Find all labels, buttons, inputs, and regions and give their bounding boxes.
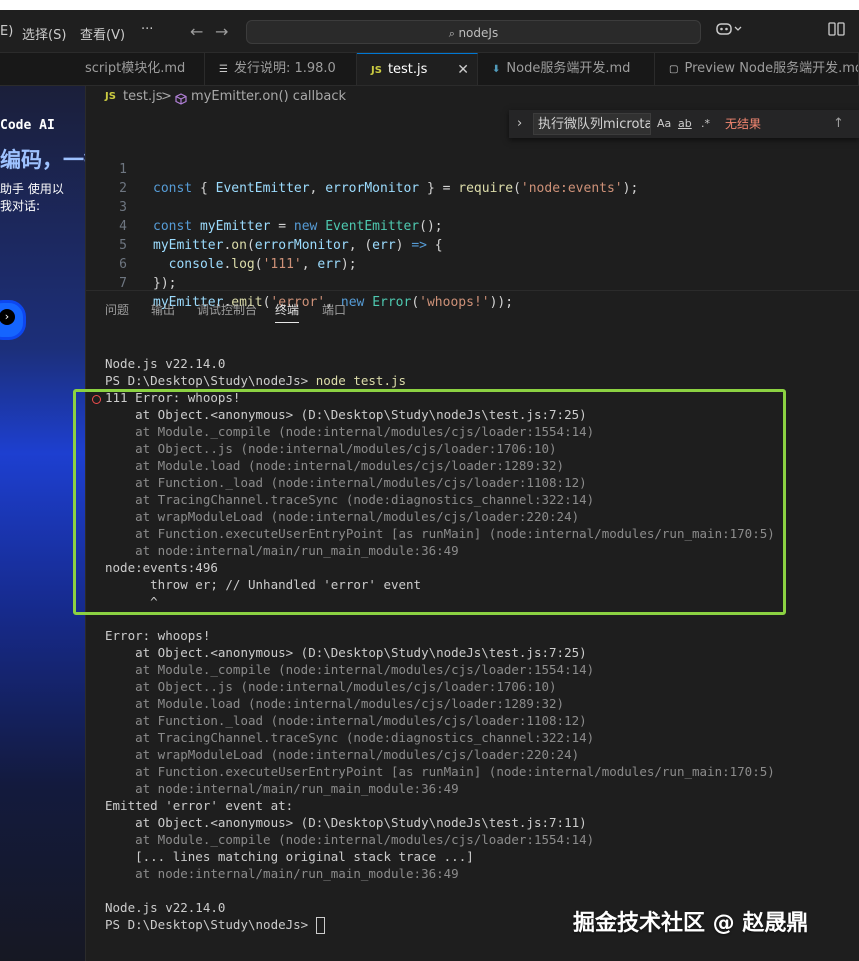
- terminal-command: node test.js: [315, 373, 407, 388]
- terminal-line: Node.js v22.14.0: [105, 900, 226, 915]
- tab-node-server-dev[interactable]: ⬇ Node服务端开发.md: [478, 53, 655, 85]
- tab-label: script模块化.md: [85, 61, 186, 76]
- terminal-prompt: PS D:\Desktop\Study\nodeJs>: [105, 917, 316, 932]
- code-line: 5 console.log('111', err);: [85, 217, 859, 272]
- terminal-line: at Function.executeUserEntryPoint [as ru…: [105, 764, 775, 779]
- match-word-toggle[interactable]: ab: [678, 110, 692, 138]
- terminal-line: Emitted 'error' event at:: [105, 798, 294, 813]
- tab-label: Node服务端开发.md: [506, 61, 631, 76]
- terminal-line: PS D:\Desktop\Study\nodeJs> node test.js: [105, 372, 406, 389]
- code-editor[interactable]: 1 const { EventEmitter, errorMonitor } =…: [85, 139, 859, 310]
- arrow-right-icon: ›: [0, 309, 15, 325]
- terminal-line: at Module._compile (node:internal/module…: [105, 662, 595, 677]
- screen-top-edge: [0, 0, 859, 10]
- tab-terminal[interactable]: 终端: [275, 301, 300, 323]
- terminal-line: at node:internal/main/run_main_module:36…: [105, 866, 459, 881]
- terminal-line: PS D:\Desktop\Study\nodeJs>: [105, 916, 325, 934]
- promo-start-button[interactable]: ›: [0, 300, 26, 340]
- close-icon[interactable]: ✕: [457, 54, 469, 85]
- title-bar: E) 选择(S) 查看(V) ··· ← → ⌕ nodeJs: [0, 10, 859, 53]
- annotation-highlight-box: [73, 389, 786, 615]
- menu-selection[interactable]: 选择(S): [22, 24, 66, 43]
- tab-label: Preview Node服务端开发.md: [684, 61, 859, 76]
- command-center-search[interactable]: ⌕ nodeJs: [246, 20, 701, 44]
- release-notes-icon: ☰: [219, 64, 228, 75]
- back-arrow-icon[interactable]: ←: [190, 22, 203, 41]
- find-result-status: 无结果: [725, 117, 762, 131]
- code-line: 6 });: [85, 236, 859, 291]
- tab-label: test.js: [387, 62, 428, 77]
- terminal-line: at wrapModuleLoad (node:internal/modules…: [105, 747, 580, 762]
- layout-icon[interactable]: [828, 21, 848, 41]
- menu-edit[interactable]: E): [0, 24, 13, 39]
- previous-match-icon[interactable]: ↑: [833, 110, 844, 138]
- tab-label: 发行说明: 1.98.0: [233, 61, 336, 76]
- code-line: 2: [85, 160, 859, 196]
- code-line: 1 const { EventEmitter, errorMonitor } =…: [85, 141, 859, 196]
- match-case-toggle[interactable]: Aa: [657, 110, 671, 138]
- watermark: 掘金技术社区 @ 赵晟鼎: [573, 911, 809, 936]
- terminal-line: [... lines matching original stack trace…: [105, 849, 474, 864]
- code-line: 7 myEmitter.emit('error', new Error('who…: [85, 255, 859, 310]
- terminal-line: at Object.<anonymous> (D:\Desktop\Study\…: [105, 645, 587, 660]
- breadcrumb: JS test.js > myEmitter.on() callback: [85, 86, 859, 108]
- terminal-line: Node.js v22.14.0: [105, 356, 226, 371]
- tab-preview-node-server-dev[interactable]: ▢ Preview Node服务端开发.md: [655, 53, 859, 85]
- panel-tabs: 问题 输出 调试控制台 终端 端口: [85, 290, 859, 325]
- terminal-prompt: PS D:\Desktop\Study\nodeJs>: [105, 373, 316, 388]
- cube-symbol-icon: [175, 91, 187, 113]
- find-widget: › 执行微队列microtas Aa ab .* 无结果 ↑: [509, 110, 859, 138]
- terminal-line: at node:internal/main/run_main_module:36…: [105, 781, 459, 796]
- terminal-line: at Function._load (node:internal/modules…: [105, 713, 587, 728]
- terminal-line: Error: whoops!: [105, 628, 211, 643]
- menu-view[interactable]: 查看(V): [80, 24, 125, 43]
- terminal-line: at Object.<anonymous> (D:\Desktop\Study\…: [105, 815, 587, 830]
- tab-debug-console[interactable]: 调试控制台: [197, 301, 257, 318]
- chevron-right-icon[interactable]: ›: [517, 110, 522, 138]
- breadcrumb-file[interactable]: test.js: [123, 86, 162, 108]
- workspace-name: nodeJs: [458, 26, 499, 40]
- tab-ports[interactable]: 端口: [322, 301, 346, 318]
- menu-more[interactable]: ···: [141, 22, 153, 37]
- forward-arrow-icon[interactable]: →: [215, 22, 228, 41]
- tab-script-module[interactable]: script模块化.md: [85, 53, 205, 85]
- preview-icon: ▢: [669, 64, 679, 75]
- terminal-cursor: [315, 917, 325, 934]
- promo-text-line2: 我对话:: [0, 199, 41, 213]
- editor-tabs: script模块化.md ☰ 发行说明: 1.98.0 JS test.js ✕ ⬇…: [0, 53, 859, 86]
- promo-title: Code AI: [0, 118, 55, 133]
- tab-release-notes[interactable]: ☰ 发行说明: 1.98.0: [205, 53, 357, 85]
- markdown-download-icon: ⬇: [492, 64, 501, 75]
- tab-problems[interactable]: 问题: [105, 301, 129, 318]
- code-line: 3 const myEmitter = new EventEmitter();: [85, 179, 859, 234]
- javascript-file-icon: JS: [105, 91, 116, 102]
- regex-toggle[interactable]: .*: [701, 110, 710, 138]
- breadcrumb-separator: >: [161, 89, 172, 104]
- code-line: 4 myEmitter.on(errorMonitor, (err) => {: [85, 198, 859, 253]
- tab-output[interactable]: 输出: [151, 301, 175, 318]
- search-icon: ⌕: [448, 27, 459, 40]
- promo-text-line1: 助手 使用以: [0, 182, 64, 196]
- tab-test-js[interactable]: JS test.js ✕: [357, 53, 478, 85]
- copilot-icon[interactable]: [716, 21, 742, 41]
- promo-headline: 编码，一键: [0, 148, 85, 172]
- javascript-file-icon: JS: [371, 65, 382, 76]
- find-input[interactable]: 执行微队列microtas: [533, 113, 651, 135]
- terminal-line: at TracingChannel.traceSync (node:diagno…: [105, 730, 595, 745]
- breadcrumb-symbol[interactable]: myEmitter.on() callback: [191, 86, 346, 108]
- terminal-line: at Module.load (node:internal/modules/cj…: [105, 696, 565, 711]
- terminal-line: at Object..js (node:internal/modules/cjs…: [105, 679, 557, 694]
- terminal-line: at Module._compile (node:internal/module…: [105, 832, 595, 847]
